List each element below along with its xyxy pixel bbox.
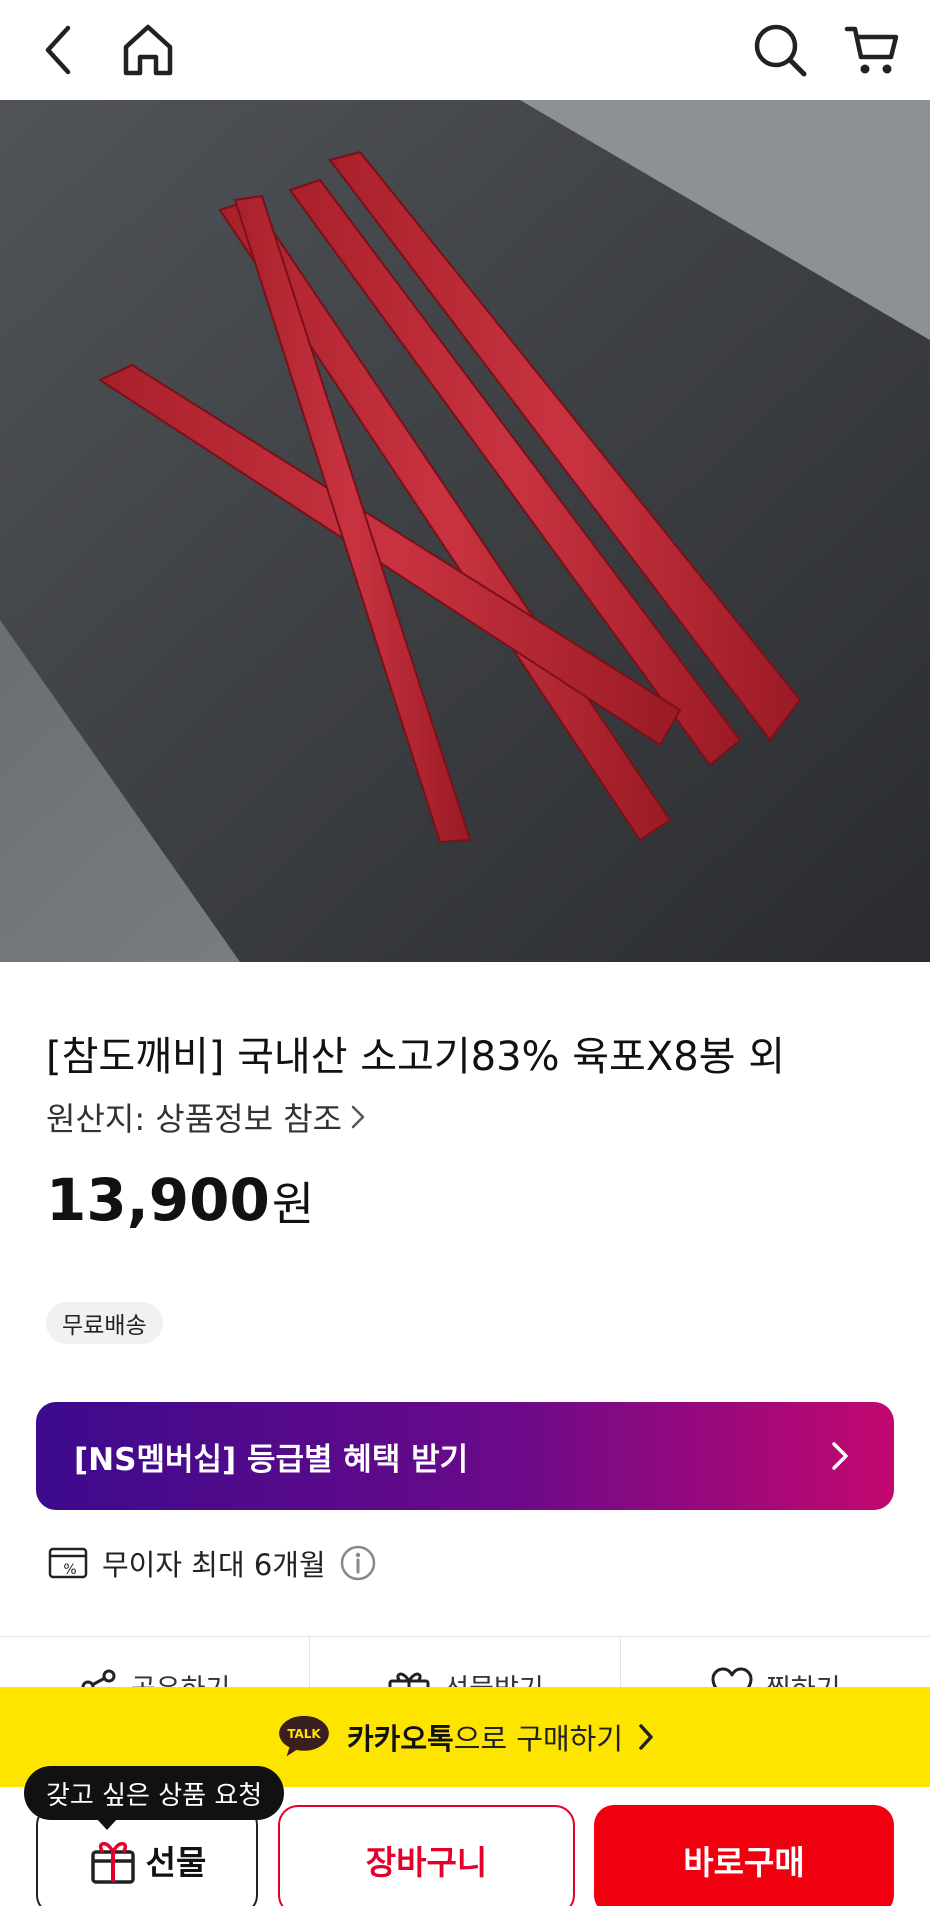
membership-banner-label: [NS멤버십] 등급별 혜택 받기 <box>74 1441 469 1478</box>
origin-label: 원산지: 상품정보 참조 <box>46 1100 343 1138</box>
gift-request-tooltip: 갖고 싶은 상품 요청 <box>24 1766 285 1830</box>
kakao-brand: 카카오톡 <box>346 1722 454 1756</box>
receive-gift-label: 선물받기 <box>444 1667 543 1687</box>
cart-button[interactable] <box>840 18 904 82</box>
buy-now-button[interactable]: 바로구매 <box>594 1805 894 1906</box>
share-label: 공유하기 <box>131 1667 230 1687</box>
tooltip-text: 갖고 싶은 상품 요청 <box>46 1780 263 1811</box>
price: 13,900 원 <box>46 1166 314 1234</box>
gift-icon <box>388 1672 430 1687</box>
product-photo <box>0 100 930 962</box>
info-icon[interactable] <box>340 1545 376 1581</box>
membership-banner[interactable]: [NS멤버십] 등급별 혜택 받기 <box>36 1402 894 1510</box>
price-value: 13,900 <box>46 1166 270 1234</box>
chevron-right-icon <box>832 1442 848 1470</box>
chevron-right-icon <box>639 1724 653 1750</box>
kakao-talk-icon: TALK <box>279 1715 329 1757</box>
back-button[interactable] <box>26 18 90 82</box>
card-percent-icon: % <box>48 1547 88 1579</box>
receive-gift-button[interactable]: 선물받기 <box>310 1637 621 1687</box>
product-image-gallery[interactable]: 1 / 5 <box>0 100 930 962</box>
share-button[interactable]: 공유하기 <box>0 1637 311 1687</box>
origin-link[interactable]: 원산지: 상품정보 참조 <box>46 1094 366 1140</box>
chevron-right-icon <box>351 1105 365 1129</box>
add-to-cart-button[interactable]: 장바구니 <box>278 1805 575 1906</box>
gift-box-icon <box>90 1841 135 1884</box>
free-shipping-badge: 무료배송 <box>46 1302 163 1344</box>
top-bar <box>0 0 930 100</box>
back-icon <box>45 25 71 75</box>
share-icon <box>81 1669 116 1687</box>
cart-icon <box>844 26 899 74</box>
product-title: [참도깨비] 국내산 소고기83% 육포X8봉 외 <box>46 1034 786 1080</box>
kakao-purchase-label: 카카오톡으로 구매하기 <box>347 1716 623 1758</box>
home-button[interactable] <box>116 18 180 82</box>
wishlist-button[interactable]: 찜하기 <box>621 1637 930 1687</box>
home-icon <box>123 24 173 76</box>
wishlist-label: 찜하기 <box>766 1667 841 1687</box>
heart-icon <box>711 1667 753 1687</box>
action-row: 공유하기 선물받기 찜하기 <box>0 1637 930 1687</box>
installment-info: % 무이자 최대 6개월 <box>48 1542 376 1584</box>
tooltip-tail <box>96 1818 118 1830</box>
gift-button[interactable]: 선물 <box>36 1805 258 1906</box>
search-icon <box>754 24 807 77</box>
svg-text:%: % <box>63 1562 76 1578</box>
talk-badge-text: TALK <box>287 1727 321 1741</box>
search-button[interactable] <box>748 18 812 82</box>
installment-label: 무이자 최대 6개월 <box>102 1548 326 1582</box>
kakao-rest: 으로 구매하기 <box>453 1722 624 1756</box>
price-unit: 원 <box>271 1177 315 1231</box>
gift-label: 선물 <box>145 1843 207 1882</box>
